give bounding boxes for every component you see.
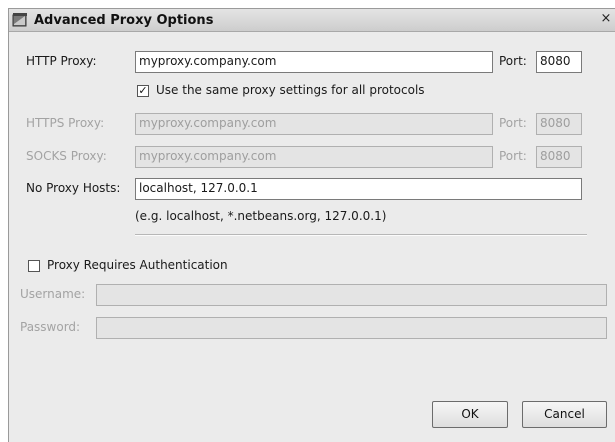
auth-required-label: Proxy Requires Authentication [47, 258, 228, 272]
dialog-title: Advanced Proxy Options [34, 13, 214, 28]
socks-proxy-label: SOCKS Proxy: [26, 149, 107, 163]
http-port-label: Port: [499, 54, 527, 68]
no-proxy-hosts-hint: (e.g. localhost, *.netbeans.org, 127.0.0… [135, 209, 387, 223]
https-proxy-input[interactable]: myproxy.company.com [135, 113, 493, 135]
http-proxy-input[interactable]: myproxy.company.com [135, 51, 493, 73]
socks-proxy-input[interactable]: myproxy.company.com [135, 146, 493, 168]
socks-port-input[interactable]: 8080 [536, 146, 582, 168]
ok-button[interactable]: OK [432, 401, 508, 428]
http-port-input[interactable]: 8080 [536, 51, 582, 73]
username-input[interactable] [96, 284, 607, 306]
no-proxy-hosts-label: No Proxy Hosts: [26, 181, 121, 195]
auth-required-checkbox[interactable] [28, 260, 40, 272]
title-bar[interactable]: Advanced Proxy Options × [9, 9, 615, 32]
no-proxy-hosts-input[interactable]: localhost, 127.0.0.1 [135, 178, 582, 200]
advanced-proxy-options-dialog: Advanced Proxy Options × HTTP Proxy: myp… [8, 8, 615, 442]
https-proxy-label: HTTPS Proxy: [26, 116, 105, 130]
username-label: Username: [20, 287, 86, 301]
password-label: Password: [20, 320, 81, 334]
same-settings-label: Use the same proxy settings for all prot… [156, 83, 425, 97]
http-proxy-label: HTTP Proxy: [26, 54, 97, 68]
close-icon[interactable]: × [599, 12, 613, 26]
separator [135, 234, 587, 236]
cancel-button[interactable]: Cancel [522, 401, 607, 428]
checkmark-icon: ✓ [138, 84, 148, 97]
socks-port-label: Port: [499, 149, 527, 163]
https-port-input[interactable]: 8080 [536, 113, 582, 135]
https-port-label: Port: [499, 116, 527, 130]
netbeans-window-icon [12, 13, 27, 27]
password-input[interactable] [96, 317, 607, 339]
same-settings-checkbox[interactable]: ✓ [137, 85, 149, 97]
